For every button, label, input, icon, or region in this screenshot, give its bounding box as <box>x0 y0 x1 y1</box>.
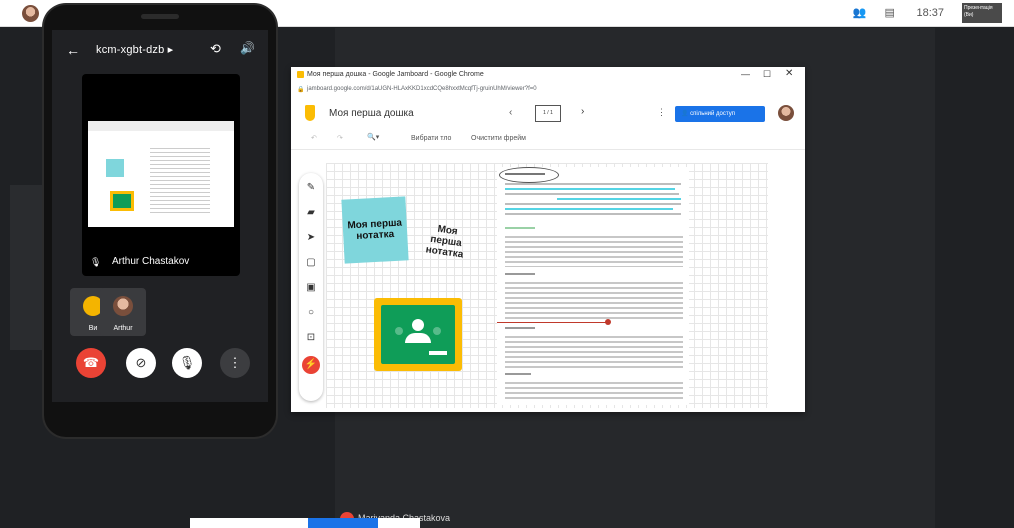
presenter-name: Arthur Chastakov <box>112 256 190 267</box>
doc-red-dot <box>605 319 611 325</box>
bottom-bar <box>190 518 420 528</box>
handwritten-note[interactable]: Моя перша нотатка <box>419 222 473 262</box>
doc-circle-mark <box>499 167 559 183</box>
participant-tile-arthur[interactable]: Arthur <box>100 288 146 336</box>
window-title: Моя перша дошка - Google Jamboard - Goog… <box>307 71 484 78</box>
top-right-controls: 👥 ▤ 18:37 Презентація (Ви) <box>852 0 1014 26</box>
doc-subheading-line <box>505 327 535 329</box>
doc-red-underline <box>497 322 607 323</box>
doc-paragraph <box>505 379 683 399</box>
document-image[interactable] <box>497 167 689 405</box>
doc-paragraph <box>505 233 683 267</box>
speaker-icon[interactable]: 🔊 <box>240 41 255 55</box>
select-background-button[interactable]: Вибрати тло <box>411 135 451 142</box>
account-avatar[interactable] <box>778 105 794 121</box>
next-frame-icon[interactable]: › <box>581 106 584 117</box>
pen-icon[interactable]: ✎ <box>304 181 318 195</box>
bottom-button[interactable] <box>308 518 378 528</box>
clear-frame-button[interactable]: Очистити фрейм <box>471 135 526 142</box>
classroom-person-right <box>433 327 441 335</box>
eraser-icon[interactable]: ▰ <box>304 206 318 220</box>
doc-text-line <box>505 193 679 195</box>
classroom-person-icon <box>412 319 424 331</box>
sticky-note[interactable]: Моя перша нотатка <box>341 196 409 264</box>
shared-screen-tile[interactable]: 🎙 Arthur Chastakov <box>82 74 240 276</box>
doc-highlight-line <box>557 198 681 200</box>
minimize-icon[interactable]: — <box>741 69 750 79</box>
jamboard-toolbar: ↶ ↷ 🔍▾ Вибрати тло Очистити фрейм <box>291 129 805 150</box>
zoom-icon[interactable]: 🔍▾ <box>367 133 379 141</box>
mic-off-button[interactable]: 🎙 <box>172 348 202 378</box>
preview-document <box>150 145 210 215</box>
doc-subheading-line <box>505 227 535 229</box>
more-vert-icon[interactable]: ⋮ <box>657 107 666 118</box>
doc-highlight-line <box>505 188 675 190</box>
chat-icon[interactable]: ▤ <box>884 7 898 19</box>
meet-phone-screen: ← kcm-xgbt-dzb ▸ ⟲ 🔊 🎙 Arthur Chastakov … <box>52 30 268 402</box>
image-icon[interactable]: ▣ <box>304 281 318 295</box>
meet-header: ← kcm-xgbt-dzb ▸ ⟲ 🔊 <box>52 30 268 70</box>
classroom-bar <box>429 351 447 355</box>
end-call-button[interactable]: ☎ <box>76 348 106 378</box>
preview-sticky <box>106 159 124 177</box>
classroom-person-body <box>405 333 431 343</box>
chrome-window: Моя перша дошка - Google Jamboard - Goog… <box>291 67 805 412</box>
window-titlebar: Моя перша дошка - Google Jamboard - Goog… <box>291 67 805 83</box>
phone-speaker <box>141 14 179 19</box>
doc-subheading-line <box>505 273 535 275</box>
participant-avatar <box>113 296 133 316</box>
presentation-thumbnail[interactable]: Презентація (Ви) <box>962 3 1002 23</box>
prev-frame-icon[interactable]: ‹ <box>509 107 512 118</box>
meeting-code[interactable]: kcm-xgbt-dzb ▸ <box>96 43 173 56</box>
more-options-button[interactable]: ⋮ <box>220 348 250 378</box>
preview-classroom-icon <box>110 191 134 211</box>
google-classroom-image[interactable] <box>374 298 462 371</box>
share-button-label: спільний доступ <box>690 111 735 117</box>
share-person-icon: 👤 <box>681 111 689 117</box>
text-box-icon[interactable]: ⊡ <box>304 331 318 345</box>
jamboard-header: Моя перша дошка ‹ 1 / 1 › ⋮ 👤 спільний д… <box>291 97 805 129</box>
participant-label: Arthur <box>113 325 133 332</box>
shared-screen-preview <box>88 121 234 227</box>
user-avatar[interactable] <box>22 5 39 22</box>
circle-shape-icon[interactable]: ○ <box>304 306 318 320</box>
doc-highlight-line <box>505 208 673 210</box>
tool-palette: ✎ ▰ ➤ ▢ ▣ ○ ⊡ ⚡ <box>299 173 323 401</box>
close-icon[interactable]: ✕ <box>785 68 793 79</box>
frame-counter[interactable]: 1 / 1 <box>535 105 561 122</box>
back-arrow-icon[interactable]: ← <box>66 42 80 58</box>
background-panel <box>10 185 48 350</box>
doc-text-line <box>505 213 681 215</box>
lock-icon: 🔒 <box>297 87 305 93</box>
sticky-note-icon[interactable]: ▢ <box>304 256 318 270</box>
laser-icon[interactable]: ⚡ <box>302 356 320 374</box>
people-icon[interactable]: 👥 <box>852 7 866 19</box>
doc-text-line <box>505 183 681 185</box>
jamboard-favicon-icon <box>297 71 304 78</box>
doc-subheading-line <box>505 373 531 375</box>
doc-paragraph <box>505 279 683 319</box>
camera-off-button[interactable]: ⊘ <box>126 348 156 378</box>
switch-camera-icon[interactable]: ⟲ <box>210 41 221 57</box>
maximize-icon[interactable]: ☐ <box>763 69 771 80</box>
sticky-note-text: Моя перша нотатка <box>347 217 403 242</box>
classroom-board <box>381 305 455 364</box>
mic-off-icon: 🎙 <box>90 257 102 267</box>
select-arrow-icon[interactable]: ➤ <box>304 231 318 245</box>
clock-time: 18:37 <box>916 7 944 19</box>
preview-titlebar <box>88 121 234 131</box>
presentation-label: Презентація (Ви) <box>964 5 993 18</box>
url-text: jamboard.google.com/d/1aUGN-HLAxKKD1xcdC… <box>307 86 537 92</box>
board-title[interactable]: Моя перша дошка <box>329 108 414 119</box>
address-bar[interactable]: 🔒 jamboard.google.com/d/1aUGN-HLAxKKD1xc… <box>291 83 805 98</box>
doc-paragraph <box>505 333 683 369</box>
share-button[interactable]: 👤 спільний доступ <box>675 106 765 122</box>
undo-icon[interactable]: ↶ <box>311 134 317 142</box>
jamboard-logo-icon <box>305 105 315 121</box>
doc-text-line <box>505 203 681 205</box>
redo-icon[interactable]: ↷ <box>337 134 343 142</box>
classroom-person-left <box>395 327 403 335</box>
